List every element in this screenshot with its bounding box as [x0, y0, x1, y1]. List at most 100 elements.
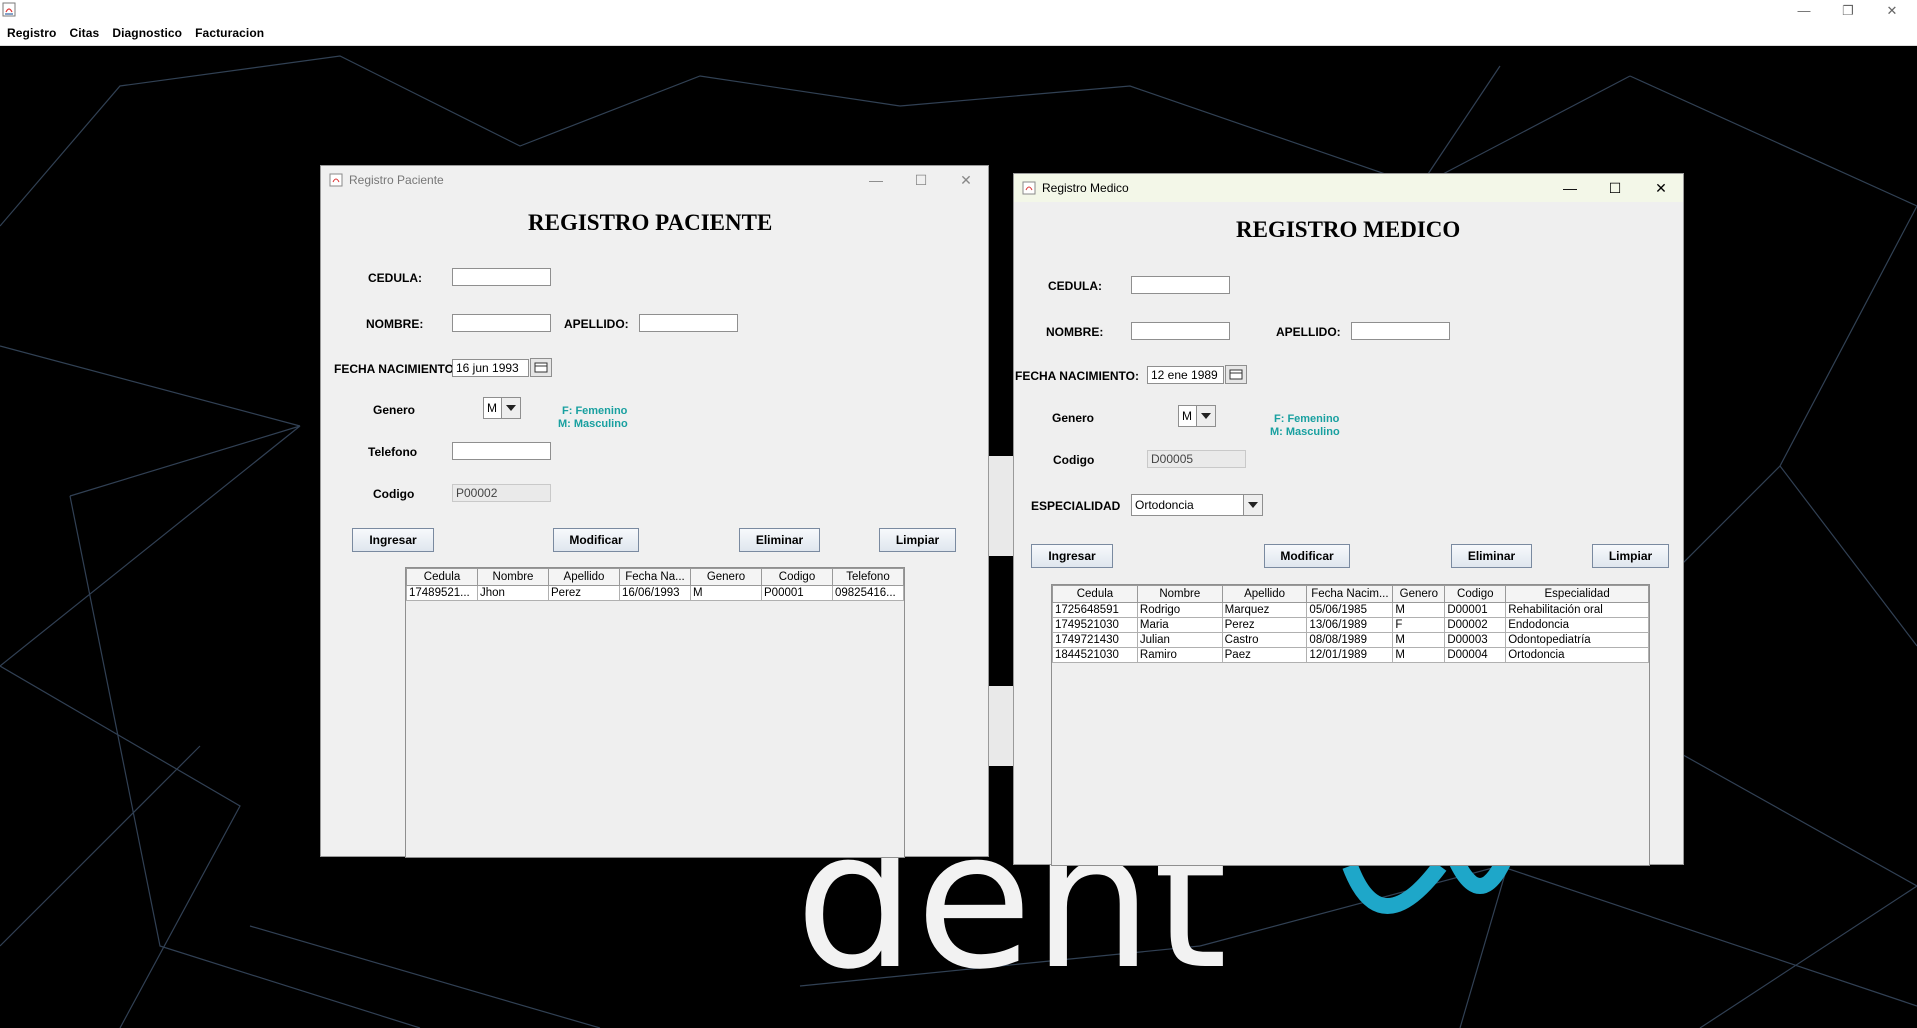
- table-row[interactable]: 1725648591 Rodrigo Marquez 05/06/1985 M D0000…: [1052, 602, 1649, 618]
- medico-column-header[interactable]: Cedula: [1052, 585, 1138, 603]
- table-cell[interactable]: Jhon: [477, 585, 549, 601]
- table-cell[interactable]: F: [1392, 617, 1446, 633]
- table-cell[interactable]: 16/06/1993: [619, 585, 691, 601]
- table-cell[interactable]: Ramiro: [1136, 647, 1223, 663]
- table-cell[interactable]: Paez: [1221, 647, 1308, 663]
- medico-limpiar-button[interactable]: Limpiar: [1592, 544, 1669, 568]
- medico-table[interactable]: Cedula Nombre Apellido Fecha Nacim... Genero…: [1051, 584, 1650, 866]
- table-cell[interactable]: P00001: [761, 585, 833, 601]
- table-row[interactable]: 1749521030 Maria Perez 13/06/1989 F D00002 End…: [1052, 617, 1649, 633]
- table-cell[interactable]: 17489521...: [406, 585, 478, 601]
- paciente-maximize-button[interactable]: ☐: [898, 166, 944, 194]
- medico-maximize-button[interactable]: ☐: [1592, 174, 1638, 202]
- table-cell[interactable]: Rehabilitación oral: [1505, 602, 1649, 618]
- paciente-genero-select[interactable]: M: [483, 397, 521, 419]
- medico-especialidad-select[interactable]: Ortodoncia: [1131, 494, 1263, 516]
- table-cell[interactable]: M: [1392, 602, 1446, 618]
- medico-genero-select[interactable]: M: [1178, 405, 1216, 427]
- table-cell[interactable]: 09825416...: [832, 585, 904, 601]
- medico-close-button[interactable]: ✕: [1638, 174, 1684, 202]
- medico-titlebar[interactable]: Registro Medico — ☐ ✕: [1014, 174, 1683, 202]
- table-cell[interactable]: D00001: [1444, 602, 1507, 618]
- medico-column-header[interactable]: Fecha Nacim...: [1306, 585, 1394, 603]
- table-cell[interactable]: 1749721430: [1052, 632, 1138, 648]
- paciente-nombre-input[interactable]: [452, 314, 551, 332]
- paciente-column-header[interactable]: Nombre: [477, 568, 549, 586]
- table-cell[interactable]: 1749521030: [1052, 617, 1138, 633]
- paciente-column-header[interactable]: Codigo: [761, 568, 833, 586]
- table-cell[interactable]: M: [690, 585, 762, 601]
- medico-modificar-button[interactable]: Modificar: [1264, 544, 1350, 568]
- paciente-column-header[interactable]: Cedula: [406, 568, 478, 586]
- table-cell[interactable]: 12/01/1989: [1306, 647, 1394, 663]
- menu-registro[interactable]: Registro: [0, 26, 62, 40]
- table-row[interactable]: 1749721430 Julian Castro 08/08/1989 M D00003 O…: [1052, 632, 1649, 648]
- table-cell[interactable]: Castro: [1221, 632, 1308, 648]
- paciente-limpiar-button[interactable]: Limpiar: [879, 528, 956, 552]
- medico-column-header[interactable]: Nombre: [1136, 585, 1223, 603]
- medico-column-header[interactable]: Apellido: [1221, 585, 1308, 603]
- menu-citas[interactable]: Citas: [62, 26, 105, 40]
- table-cell[interactable]: M: [1392, 647, 1446, 663]
- table-cell[interactable]: D00002: [1444, 617, 1507, 633]
- restore-button[interactable]: ❐: [1828, 0, 1868, 21]
- table-cell[interactable]: 1844521030: [1052, 647, 1138, 663]
- medico-fecha-input[interactable]: [1147, 366, 1224, 384]
- table-cell[interactable]: D00003: [1444, 632, 1507, 648]
- table-cell[interactable]: M: [1392, 632, 1446, 648]
- medico-ingresar-button[interactable]: Ingresar: [1031, 544, 1113, 568]
- paciente-ingresar-button[interactable]: Ingresar: [352, 528, 434, 552]
- table-cell[interactable]: Perez: [1221, 617, 1308, 633]
- registro-medico-window: Registro Medico — ☐ ✕ REGISTRO MEDICO CE…: [1013, 173, 1684, 866]
- close-button[interactable]: ✕: [1872, 0, 1912, 21]
- medico-codigo-input: [1147, 450, 1246, 468]
- paciente-apellido-input[interactable]: [639, 314, 738, 332]
- table-cell[interactable]: Maria: [1136, 617, 1223, 633]
- medico-column-header[interactable]: Codigo: [1444, 585, 1507, 603]
- medico-cedula-label: CEDULA:: [1048, 279, 1102, 293]
- table-cell[interactable]: 13/06/1989: [1306, 617, 1394, 633]
- table-cell[interactable]: Marquez: [1221, 602, 1308, 618]
- paciente-fecha-input[interactable]: [452, 359, 529, 377]
- menu-facturacion[interactable]: Facturacion: [188, 26, 270, 40]
- medico-apellido-input[interactable]: [1351, 322, 1450, 340]
- table-cell[interactable]: Ortodoncia: [1505, 647, 1649, 663]
- medico-nombre-input[interactable]: [1131, 322, 1230, 340]
- paciente-table[interactable]: Cedula Nombre Apellido Fecha Na... Genero Cod…: [405, 567, 905, 858]
- medico-column-header[interactable]: Especialidad: [1505, 585, 1649, 603]
- medico-cedula-input[interactable]: [1131, 276, 1230, 294]
- table-row[interactable]: 1844521030 Ramiro Paez 12/01/1989 M D00004 Ort…: [1052, 647, 1649, 663]
- medico-minimize-button[interactable]: —: [1547, 174, 1593, 202]
- paciente-cedula-input[interactable]: [452, 268, 551, 286]
- minimize-button[interactable]: —: [1784, 0, 1824, 21]
- paciente-eliminar-button[interactable]: Eliminar: [739, 528, 820, 552]
- table-cell[interactable]: 08/08/1989: [1306, 632, 1394, 648]
- paciente-column-header[interactable]: Fecha Na...: [619, 568, 691, 586]
- table-cell[interactable]: Endodoncia: [1505, 617, 1649, 633]
- paciente-close-button[interactable]: ✕: [943, 166, 989, 194]
- table-cell[interactable]: 05/06/1985: [1306, 602, 1394, 618]
- paciente-minimize-button[interactable]: —: [853, 166, 899, 194]
- medico-data-table[interactable]: Cedula Nombre Apellido Fecha Nacim... Genero…: [1052, 585, 1649, 663]
- paciente-column-header[interactable]: Apellido: [548, 568, 620, 586]
- table-cell[interactable]: D00004: [1444, 647, 1507, 663]
- paciente-column-header[interactable]: Genero: [690, 568, 762, 586]
- paciente-titlebar[interactable]: Registro Paciente — ☐ ✕: [321, 166, 988, 194]
- medico-eliminar-button[interactable]: Eliminar: [1451, 544, 1532, 568]
- table-cell[interactable]: Rodrigo: [1136, 602, 1223, 618]
- paciente-calendar-button[interactable]: [530, 358, 552, 377]
- table-cell[interactable]: Odontopediatría: [1505, 632, 1649, 648]
- medico-column-header[interactable]: Genero: [1392, 585, 1446, 603]
- table-cell[interactable]: Perez: [548, 585, 620, 601]
- chevron-down-icon: [1243, 495, 1262, 515]
- paciente-apellido-label: APELLIDO:: [564, 317, 629, 331]
- menu-diagnostico[interactable]: Diagnostico: [105, 26, 188, 40]
- table-cell[interactable]: 1725648591: [1052, 602, 1138, 618]
- medico-calendar-button[interactable]: [1225, 365, 1247, 384]
- paciente-data-table[interactable]: Cedula Nombre Apellido Fecha Na... Genero Cod…: [406, 568, 904, 601]
- table-cell[interactable]: Julian: [1136, 632, 1223, 648]
- table-row[interactable]: 17489521... Jhon Perez 16/06/1993 M P00001 098…: [406, 585, 904, 601]
- paciente-telefono-input[interactable]: [452, 442, 551, 460]
- paciente-modificar-button[interactable]: Modificar: [553, 528, 639, 552]
- paciente-column-header[interactable]: Telefono: [832, 568, 904, 586]
